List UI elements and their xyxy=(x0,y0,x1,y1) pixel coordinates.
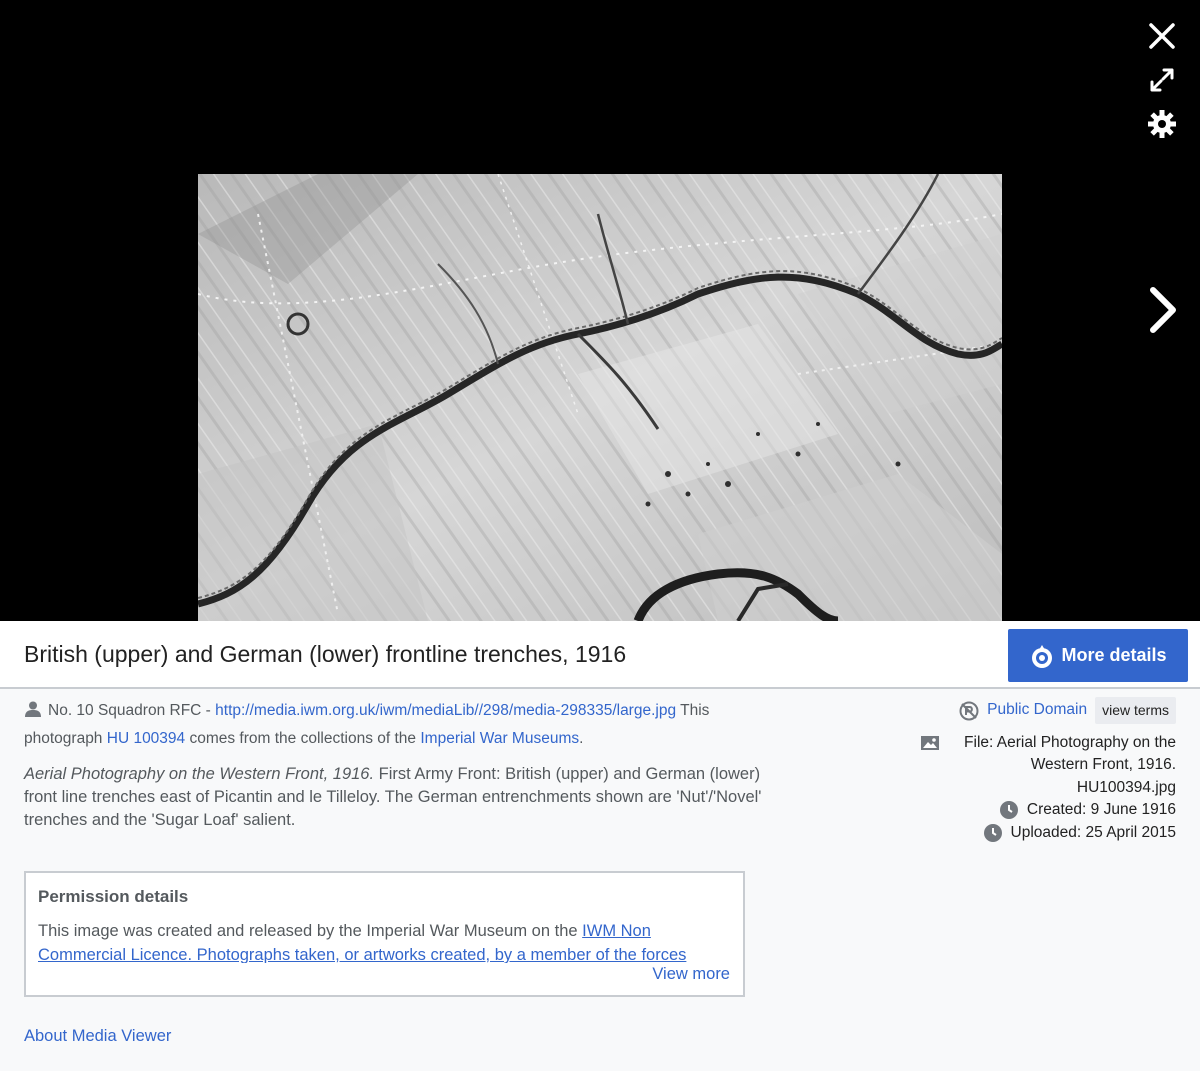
permission-box: Permission details This image was create… xyxy=(24,871,745,997)
file-name: File: Aerial Photography on the Western … xyxy=(964,733,1176,796)
created-row: Created: 9 June 1916 xyxy=(876,799,1176,822)
created-date: Created: 9 June 1916 xyxy=(1026,801,1176,818)
image-description: Aerial Photography on the Western Front,… xyxy=(24,763,784,832)
clock-icon xyxy=(983,823,1002,842)
commons-logo-icon xyxy=(1032,644,1053,668)
author-text-3: . xyxy=(579,730,584,747)
author-separator: - xyxy=(201,702,216,719)
author-text-2: comes from the collections of the xyxy=(185,730,421,747)
author-credit: No. 10 Squadron RFC - http://media.iwm.o… xyxy=(24,697,784,753)
more-details-button[interactable]: More details xyxy=(1008,629,1188,682)
description-column: No. 10 Squadron RFC - http://media.iwm.o… xyxy=(24,697,784,832)
license-row: Public Domain view terms xyxy=(876,697,1176,724)
fullscreen-button[interactable] xyxy=(1144,62,1180,98)
file-row: File: Aerial Photography on the Western … xyxy=(876,732,1176,800)
permission-text: This image was created and released by t… xyxy=(38,919,728,963)
clock-icon xyxy=(999,801,1018,819)
media-viewer xyxy=(0,0,1200,621)
close-icon xyxy=(1149,23,1175,49)
image-file-icon xyxy=(921,735,939,750)
aerial-photo-graphic xyxy=(198,174,1002,621)
view-more-link[interactable]: View more xyxy=(652,965,730,984)
fullscreen-icon xyxy=(1150,68,1174,92)
close-button[interactable] xyxy=(1144,18,1180,54)
metadata-panel: British (upper) and German (lower) front… xyxy=(0,621,1200,1071)
view-terms-button[interactable]: view terms xyxy=(1095,697,1176,724)
title-bar: British (upper) and German (lower) front… xyxy=(0,621,1200,689)
permission-text-1: This image was created and released by t… xyxy=(38,922,583,940)
author-name: No. 10 Squadron RFC xyxy=(48,702,202,719)
uploaded-row: Uploaded: 25 April 2015 xyxy=(876,822,1176,845)
source-url-link[interactable]: http://media.iwm.org.uk/iwm/mediaLib//29… xyxy=(215,702,676,719)
uploaded-date: Uploaded: 25 April 2015 xyxy=(1010,823,1176,841)
about-media-viewer-link[interactable]: About Media Viewer xyxy=(24,1027,171,1046)
settings-button[interactable] xyxy=(1144,106,1180,142)
next-image-button[interactable] xyxy=(1140,280,1184,340)
public-domain-icon xyxy=(959,701,979,721)
permission-text-2: . Photographs taken, or artworks created… xyxy=(187,946,687,963)
license-link[interactable]: Public Domain xyxy=(987,699,1087,722)
gear-icon xyxy=(1148,110,1176,138)
museum-link[interactable]: Imperial War Museums xyxy=(420,730,579,747)
more-details-label: More details xyxy=(1061,645,1167,665)
aerial-trench-photo[interactable] xyxy=(198,174,1002,621)
file-info-column: Public Domain view terms File: Aerial Ph… xyxy=(876,697,1176,844)
catalog-link[interactable]: HU 100394 xyxy=(107,730,185,747)
image-title: British (upper) and German (lower) front… xyxy=(24,641,627,667)
permission-title: Permission details xyxy=(38,887,189,906)
person-icon xyxy=(25,701,41,717)
next-arrow-icon xyxy=(1150,287,1176,333)
description-italic: Aerial Photography on the Western Front,… xyxy=(24,765,375,783)
